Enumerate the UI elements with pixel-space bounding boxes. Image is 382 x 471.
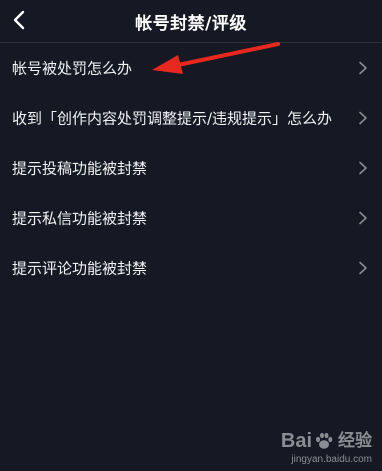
watermark-brand-suffix: 经验 xyxy=(338,431,372,450)
list-item[interactable]: 提示评论功能被封禁 xyxy=(0,243,382,293)
watermark-url: jingyan.baidu.com xyxy=(291,454,372,465)
list-item-label: 提示私信功能被封禁 xyxy=(12,209,148,228)
help-topic-list: 帐号被处罚怎么办 收到「创作内容处罚调整提示/违规提示」怎么办 提示投稿功能被封… xyxy=(0,43,382,293)
list-item[interactable]: 提示投稿功能被封禁 xyxy=(0,143,382,193)
watermark-logo: Bai 经验 xyxy=(281,430,372,452)
list-item[interactable]: 收到「创作内容处罚调整提示/违规提示」怎么办 xyxy=(0,93,382,143)
list-item-label: 收到「创作内容处罚调整提示/违规提示」怎么办 xyxy=(12,109,333,128)
chevron-right-icon xyxy=(359,211,367,225)
top-nav-bar: 帐号封禁/评级 xyxy=(0,0,382,43)
chevron-right-icon xyxy=(359,261,367,275)
list-item-label: 帐号被处罚怎么办 xyxy=(12,59,133,78)
list-item-label: 提示评论功能被封禁 xyxy=(12,259,148,278)
list-item-label: 提示投稿功能被封禁 xyxy=(12,159,148,178)
page-title: 帐号封禁/评级 xyxy=(135,14,247,34)
chevron-right-icon xyxy=(359,161,367,175)
list-item[interactable]: 帐号被处罚怎么办 xyxy=(0,43,382,93)
watermark-brand-prefix: Bai xyxy=(280,430,312,452)
chevron-right-icon xyxy=(359,61,367,75)
paw-icon xyxy=(316,432,333,449)
watermark: Bai 经验 jingyan.baidu.com xyxy=(281,430,372,465)
list-item[interactable]: 提示私信功能被封禁 xyxy=(0,193,382,243)
chevron-right-icon xyxy=(359,111,367,125)
